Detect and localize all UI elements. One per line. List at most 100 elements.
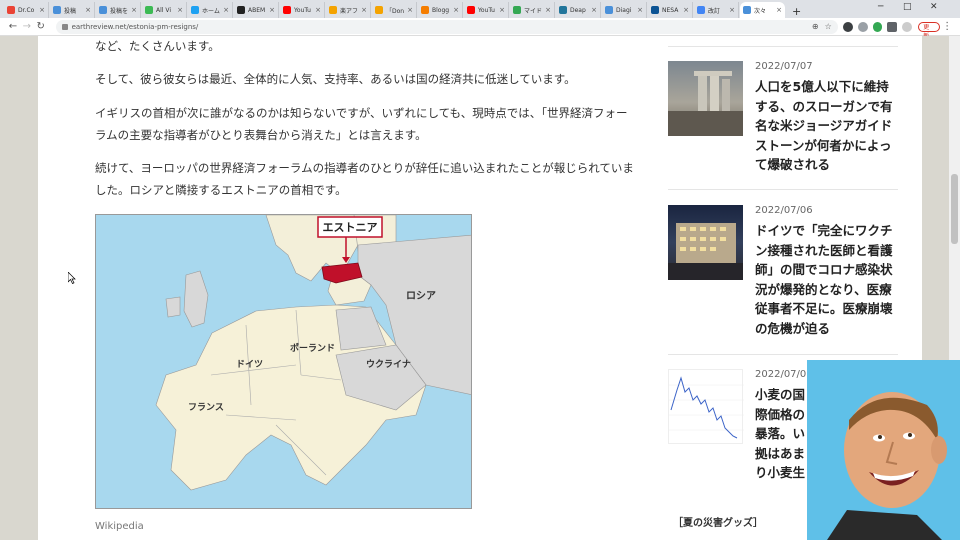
tab-close-icon[interactable]: × [499, 6, 505, 14]
tab-favicon-icon [467, 6, 475, 14]
tab-close-icon[interactable]: × [361, 6, 367, 14]
tab-close-icon[interactable]: × [591, 6, 597, 14]
tab-bar: Dr.Co × 投稿 × 投稿を × All Vi × ホーム × ABEM × YouTu × 楽アフ × 「… [0, 0, 960, 18]
tab-favicon-icon [329, 6, 337, 14]
tab-label: 楽アフ [340, 7, 359, 15]
lock-icon [61, 23, 68, 30]
close-window-button[interactable]: ✕ [930, 2, 938, 12]
maximize-button[interactable]: □ [903, 2, 912, 12]
browser-tab[interactable]: Diаgi × [602, 2, 647, 18]
avatar[interactable] [902, 21, 913, 32]
sidebar-divider [668, 189, 898, 190]
tab-close-icon[interactable]: × [637, 6, 643, 14]
tab-close-icon[interactable]: × [776, 6, 782, 14]
europe-map-graphic: エストニア ロシア ドイツ ポーランド ウクライナ フランス [96, 215, 471, 508]
tab-label: All Vi [156, 6, 171, 14]
tab-favicon-icon [513, 6, 521, 14]
tab-label: 投稿を [110, 7, 129, 15]
tab-favicon-icon [421, 6, 429, 14]
article-title-link[interactable]: 小麦の国際価格の暴落。い拠はあまり小麦生産のから特に悪 [755, 385, 813, 485]
menu-icon[interactable]: ⋮ [940, 21, 954, 32]
tab-favicon-icon [145, 6, 153, 14]
tab-favicon-icon [559, 6, 567, 14]
map-label-russia: ロシア [406, 290, 436, 302]
browser-tab[interactable]: YouTu × [464, 2, 509, 18]
article-thumbnail[interactable] [668, 61, 743, 136]
tab-close-icon[interactable]: × [315, 6, 321, 14]
tab-close-icon[interactable]: × [177, 6, 183, 14]
browser-tab[interactable]: 投稿を × [96, 2, 141, 18]
puzzle-icon[interactable] [887, 21, 898, 32]
tab-close-icon[interactable]: × [39, 6, 45, 14]
hospital-thumbnail-graphic [668, 223, 743, 280]
browser-tab[interactable]: YouTu × [280, 2, 325, 18]
browser-toolbar: ← → ↻ earthreview.net/estonia-pm-resigns… [0, 18, 960, 40]
extension-icon[interactable] [857, 21, 868, 32]
article-date: 2022/07/06 [755, 205, 813, 216]
article-title-link[interactable]: ドイツで「完全にワクチン接種された医師と看護師」の間でコロナ感染状況が爆発的とな… [755, 221, 895, 338]
forward-arrow-icon[interactable]: → [20, 21, 34, 32]
browser-tab[interactable]: 次々 × [740, 2, 785, 18]
tab-close-icon[interactable]: × [131, 6, 137, 14]
browser-tab[interactable]: Blogg × [418, 2, 463, 18]
sidebar-article[interactable]: 2022/07/07 人口を5億人以下に維持する、のスローガンで有名な米ジョージ… [668, 61, 908, 201]
update-button[interactable]: 更新 [918, 21, 941, 40]
image-caption: Wikipedia [95, 521, 144, 532]
tab-favicon-icon [99, 6, 107, 14]
map-label-france: フランス [188, 402, 224, 413]
tab-favicon-icon [237, 6, 245, 14]
map-callout-estonia: エストニア [323, 221, 378, 234]
browser-tab[interactable]: マイド × [510, 2, 555, 18]
article-date: 2022/07/07 [755, 61, 813, 72]
new-tab-button[interactable]: + [792, 5, 806, 18]
tab-close-icon[interactable]: × [85, 6, 91, 14]
browser-tab[interactable]: 楽アフ × [326, 2, 371, 18]
browser-tab[interactable]: Dr.Co × [4, 2, 49, 18]
sidebar-divider [668, 46, 898, 47]
tab-close-icon[interactable]: × [545, 6, 551, 14]
tab-favicon-icon [651, 6, 659, 14]
browser-tab[interactable]: All Vi × [142, 2, 187, 18]
sidebar-divider [668, 354, 898, 355]
zoom-icon[interactable]: ⊕ [812, 22, 819, 31]
tab-label: Dеар [570, 6, 586, 14]
page-content: など、たくさんいます。 そして、彼ら彼女らは最近、全体的に人気、支持率、あるいは… [38, 36, 922, 540]
extension-icon[interactable] [842, 21, 853, 32]
tab-label: 「Don [386, 7, 405, 15]
scrollbar-thumb[interactable] [951, 174, 958, 244]
browser-tab[interactable]: Dеар × [556, 2, 601, 18]
sidebar-article[interactable]: 2022/07/06 ドイツで「完全にワクチン接種された医師と看護師」の間でコロ… [668, 205, 908, 355]
browser-tab[interactable]: ホーム × [188, 2, 233, 18]
tab-favicon-icon [53, 6, 61, 14]
tab-favicon-icon [191, 6, 199, 14]
bookmark-star-icon[interactable]: ☆ [825, 22, 832, 31]
webcam-overlay [807, 360, 960, 540]
browser-tab[interactable]: 改訂 × [694, 2, 739, 18]
minimize-button[interactable]: ─ [878, 2, 883, 12]
back-arrow-icon[interactable]: ← [6, 21, 20, 32]
tab-label: YouTu [478, 6, 495, 14]
article-thumbnail[interactable] [668, 205, 743, 280]
reload-icon[interactable]: ↻ [34, 21, 48, 32]
browser-tab[interactable]: ABEM × [234, 2, 279, 18]
tab-close-icon[interactable]: × [223, 6, 229, 14]
extension-icon[interactable] [872, 21, 883, 32]
tab-label: ホーム [202, 7, 220, 15]
price-chart-thumbnail-graphic [669, 376, 744, 439]
tab-close-icon[interactable]: × [729, 6, 735, 14]
article-title-link[interactable]: 人口を5億人以下に維持する、のスローガンで有名な米ジョージアガイドストーンが何者… [755, 77, 895, 175]
tab-close-icon[interactable]: × [269, 6, 275, 14]
article-thumbnail[interactable] [668, 369, 744, 444]
browser-tab[interactable]: 「Don × [372, 2, 417, 18]
sidebar-section-heading: ［夏の災害グッズ］ [673, 518, 763, 529]
tab-close-icon[interactable]: × [407, 6, 413, 14]
tab-close-icon[interactable]: × [453, 6, 459, 14]
presenter-face-graphic [807, 360, 960, 540]
tab-label: NESA [662, 6, 679, 14]
tab-close-icon[interactable]: × [683, 6, 689, 14]
monument-thumbnail-graphic [668, 71, 743, 136]
browser-tab[interactable]: 投稿 × [50, 2, 95, 18]
address-bar[interactable]: earthreview.net/estonia-pm-resigns/ ⊕ ☆ [55, 19, 838, 34]
browser-tab[interactable]: NESA × [648, 2, 693, 18]
tab-label: 投稿 [64, 7, 77, 15]
